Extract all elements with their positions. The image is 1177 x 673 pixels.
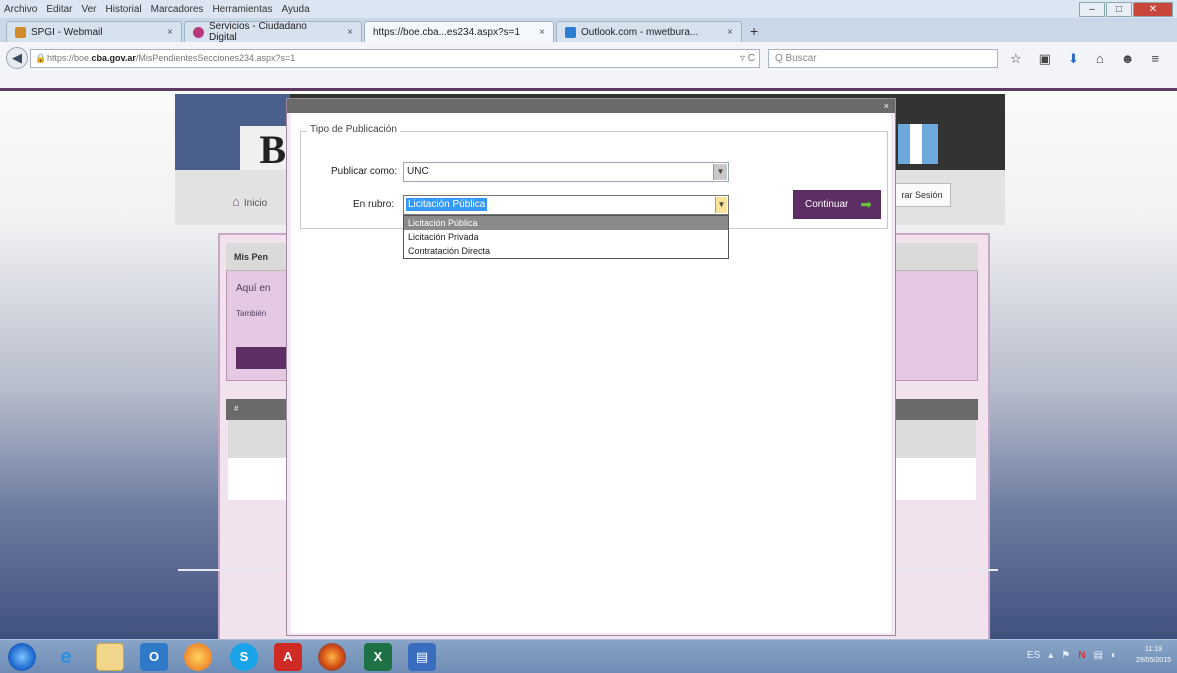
menu-ayuda[interactable]: Ayuda <box>281 4 309 15</box>
lock-icon: 🔒 <box>35 53 47 63</box>
window-controls: – □ ✕ <box>1079 2 1173 17</box>
tab-label: Servicios - Ciudadano Digital <box>208 21 307 43</box>
tab-spgi-webmail[interactable]: SPGI - Webmail × <box>6 21 182 42</box>
chevron-down-icon[interactable]: ▼ <box>713 164 727 180</box>
hamburger-menu-icon[interactable]: ≡ <box>1151 49 1159 68</box>
rubro-option-licitacion-publica[interactable]: Licitación Pública <box>404 216 728 230</box>
clock-date: 29/05/2015 <box>1135 657 1171 664</box>
skype-icon[interactable]: S <box>230 643 258 671</box>
tab-close-icon[interactable]: × <box>157 27 173 38</box>
tab-label: Outlook.com - mwetbura... <box>581 26 699 38</box>
outlook-favicon-icon <box>565 26 576 38</box>
tab-ciudadano-digital[interactable]: Servicios - Ciudadano Digital × <box>184 21 362 43</box>
taskbar: e O S A X ▤ ES ▴ ⚑ N ▤ ◐ 11:19 29/05/201… <box>0 639 1177 673</box>
menu-marcadores[interactable]: Marcadores <box>151 4 204 15</box>
tray-expand-icon[interactable]: ▴ <box>1048 650 1053 661</box>
rubro-dropdown-list: Licitación Pública Licitación Privada Co… <box>403 215 729 259</box>
publication-type-dialog: × Tipo de Publicación Publicar como: UNC… <box>286 98 896 636</box>
rubro-option-licitacion-privada[interactable]: Licitación Privada <box>404 230 728 244</box>
rubro-option-contratacion-directa[interactable]: Contratación Directa <box>404 244 728 258</box>
home-icon: ⌂ <box>232 194 240 209</box>
dialog-close-icon[interactable]: × <box>884 100 889 112</box>
rubro-label: En rubro: <box>353 199 395 210</box>
tab-close-icon[interactable]: × <box>529 27 545 38</box>
rubro-value: Licitación Pública <box>406 198 488 211</box>
firefox-icon[interactable] <box>318 643 346 671</box>
pocket-icon[interactable]: ☻ <box>1121 49 1135 68</box>
fieldset-legend: Tipo de Publicación <box>307 124 400 135</box>
ciudadano-favicon-icon <box>193 26 204 38</box>
url-prefix: https://boe. <box>47 53 92 63</box>
site-logo[interactable]: B <box>240 126 290 174</box>
tab-close-icon[interactable]: × <box>337 27 353 38</box>
antivirus-icon[interactable]: N <box>1078 650 1085 661</box>
search-input[interactable]: Q Buscar <box>768 49 998 68</box>
menu-editar[interactable]: Editar <box>46 4 72 15</box>
tab-outlook[interactable]: Outlook.com - mwetbura... × <box>556 21 742 42</box>
menu-bar: Archivo Editar Ver Historial Marcadores … <box>0 0 1177 18</box>
arrow-right-icon: ➡ <box>860 196 872 212</box>
tab-label: SPGI - Webmail <box>31 26 103 38</box>
reading-list-icon[interactable]: ▣ <box>1039 49 1051 68</box>
publicar-como-select[interactable]: UNC ▼ <box>403 162 729 182</box>
dialog-body: Tipo de Publicación Publicar como: UNC ▼… <box>291 113 891 633</box>
ie-icon[interactable]: e <box>52 643 80 671</box>
flag-icon[interactable]: ⚑ <box>1061 650 1070 661</box>
webmail-favicon-icon <box>15 26 26 38</box>
continue-label: Continuar <box>805 199 849 210</box>
system-tray: ES ▴ ⚑ N ▤ ◐ <box>1027 650 1117 661</box>
back-arrow-icon: ◀ <box>12 50 22 65</box>
publicar-como-label: Publicar como: <box>331 166 398 177</box>
reload-icon[interactable]: ▿ C <box>740 49 755 68</box>
bookmark-star-icon[interactable]: ☆ <box>1010 49 1022 68</box>
clock-time: 11:19 <box>1144 646 1162 653</box>
pending-text: Aquí en <box>236 283 271 294</box>
excel-icon[interactable]: X <box>364 643 392 671</box>
tab-close-icon[interactable]: × <box>717 27 733 38</box>
menu-herramientas[interactable]: Herramientas <box>212 4 272 15</box>
chevron-down-icon[interactable]: ▼ <box>715 197 727 213</box>
language-indicator[interactable]: ES <box>1027 650 1040 661</box>
toolbar-icons: ☆ ▣ ⬇ ⌂ ☻ ≡ <box>1010 49 1159 68</box>
start-button-icon[interactable] <box>8 643 36 671</box>
close-window-button[interactable]: ✕ <box>1133 2 1173 17</box>
download-icon[interactable]: ⬇ <box>1068 49 1079 68</box>
home-icon[interactable]: ⌂ <box>1096 49 1104 68</box>
publicar-como-value: UNC <box>407 166 429 177</box>
url-bar[interactable]: 🔒 https://boe.cba.gov.ar/MisPendientesSe… <box>30 49 760 68</box>
rubro-select[interactable]: Licitación Pública ▼ <box>403 195 729 215</box>
maximize-button[interactable]: □ <box>1106 2 1132 17</box>
menu-archivo[interactable]: Archivo <box>4 4 37 15</box>
home-link[interactable]: ⌂ Inicio <box>232 194 267 209</box>
url-domain: cba.gov.ar <box>91 53 136 63</box>
outlook-icon[interactable]: O <box>140 643 168 671</box>
tab-boe-active[interactable]: https://boe.cba...es234.aspx?s=1 × <box>364 21 554 42</box>
navigation-bar: ◀ 🔒 https://boe.cba.gov.ar/MisPendientes… <box>0 42 1177 90</box>
url-path: /MisPendientesSecciones234.aspx?s=1 <box>135 53 296 63</box>
menu-ver[interactable]: Ver <box>81 4 96 15</box>
tab-label: https://boe.cba...es234.aspx?s=1 <box>373 26 521 38</box>
flag-logo-icon <box>898 124 938 164</box>
network-icon[interactable]: ▤ <box>1094 650 1103 661</box>
menu-historial[interactable]: Historial <box>106 4 142 15</box>
pending-action-button[interactable] <box>236 347 288 369</box>
folder-icon[interactable] <box>96 643 124 671</box>
acrobat-icon[interactable]: A <box>274 643 302 671</box>
ms-app-icon[interactable]: ▤ <box>408 643 436 671</box>
home-link-label: Inicio <box>243 198 268 209</box>
back-button[interactable]: ◀ <box>6 47 28 69</box>
tab-bar: SPGI - Webmail × Servicios - Ciudadano D… <box>0 18 1177 43</box>
dialog-titlebar: × <box>287 99 895 113</box>
logout-button[interactable]: rar Sesión <box>893 183 951 207</box>
firefox-orange-icon[interactable] <box>184 643 212 671</box>
volume-icon[interactable]: ◐ <box>1111 650 1117 661</box>
system-clock[interactable]: 11:19 29/05/2015 <box>1136 644 1171 666</box>
minimize-button[interactable]: – <box>1079 2 1105 17</box>
pending-text-secondary: También <box>236 309 267 318</box>
new-tab-button[interactable]: + <box>744 21 764 42</box>
continue-button[interactable]: Continuar ➡ <box>793 190 881 219</box>
